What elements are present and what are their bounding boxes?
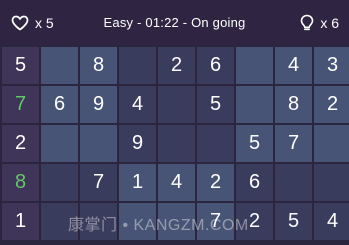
sudoku-cell-r5-c2[interactable]	[41, 203, 78, 240]
sudoku-cell-r4-c2[interactable]	[41, 164, 78, 201]
sudoku-cell-r3-c9[interactable]	[314, 125, 349, 162]
sudoku-cell-r2-c9[interactable]: 2	[314, 86, 349, 123]
sudoku-cell-r2-c4[interactable]: 4	[119, 86, 156, 123]
sudoku-cell-r5-c7[interactable]: 2	[236, 203, 273, 240]
sudoku-cell-r4-c9[interactable]	[314, 164, 349, 201]
sudoku-cell-r1-c4[interactable]	[119, 47, 156, 84]
game-status: Easy - 01:22 - On going	[103, 15, 246, 30]
sudoku-cell-r5-c3[interactable]	[80, 203, 117, 240]
sudoku-cell-r1-c3[interactable]: 8	[80, 47, 117, 84]
sudoku-cell-r1-c9[interactable]: 3	[314, 47, 349, 84]
sudoku-cell-r5-c5[interactable]	[158, 203, 195, 240]
sudoku-cell-r4-c7[interactable]: 6	[236, 164, 273, 201]
sudoku-cell-r4-c1[interactable]: 8	[2, 164, 39, 201]
sudoku-cell-r4-c4[interactable]: 1	[119, 164, 156, 201]
sudoku-cell-r3-c7[interactable]: 5	[236, 125, 273, 162]
sudoku-cell-r5-c4[interactable]	[119, 203, 156, 240]
sudoku-cell-r3-c5[interactable]	[158, 125, 195, 162]
sudoku-cell-r1-c8[interactable]: 4	[275, 47, 312, 84]
sudoku-cell-r4-c8[interactable]	[275, 164, 312, 201]
sudoku-cell-r5-c1[interactable]: 1	[2, 203, 39, 240]
sudoku-cell-r3-c1[interactable]: 2	[2, 125, 39, 162]
sudoku-cell-r2-c6[interactable]: 5	[197, 86, 234, 123]
top-bar: x 5 Easy - 01:22 - On going x 6	[0, 0, 349, 45]
sudoku-cell-r2-c7[interactable]	[236, 86, 273, 123]
sudoku-cell-r5-c6[interactable]: 7	[197, 203, 234, 240]
sudoku-cell-r1-c1[interactable]: 5	[2, 47, 39, 84]
sudoku-cell-r2-c8[interactable]: 8	[275, 86, 312, 123]
sudoku-board: 5826437694582295787142617254	[0, 45, 349, 245]
sudoku-cell-r4-c3[interactable]: 7	[80, 164, 117, 201]
sudoku-cell-r1-c7[interactable]	[236, 47, 273, 84]
sudoku-cell-r3-c3[interactable]	[80, 125, 117, 162]
sudoku-cell-r5-c9[interactable]: 4	[314, 203, 349, 240]
sudoku-cell-r3-c8[interactable]: 7	[275, 125, 312, 162]
sudoku-cell-r1-c5[interactable]: 2	[158, 47, 195, 84]
sudoku-cell-r1-c6[interactable]: 6	[197, 47, 234, 84]
sudoku-cell-r1-c2[interactable]	[41, 47, 78, 84]
sudoku-screen: x 5 Easy - 01:22 - On going x 6 58264376…	[0, 0, 349, 245]
sudoku-cell-r2-c3[interactable]: 9	[80, 86, 117, 123]
hints-count: x 6	[320, 14, 339, 31]
sudoku-cell-r3-c4[interactable]: 9	[119, 125, 156, 162]
sudoku-cell-r2-c1[interactable]: 7	[2, 86, 39, 123]
sudoku-cell-r2-c2[interactable]: 6	[41, 86, 78, 123]
sudoku-cell-r4-c6[interactable]: 2	[197, 164, 234, 201]
sudoku-cell-r3-c2[interactable]	[41, 125, 78, 162]
sudoku-cell-r4-c5[interactable]: 4	[158, 164, 195, 201]
sudoku-cell-r5-c8[interactable]: 5	[275, 203, 312, 240]
lightbulb-icon	[300, 14, 314, 32]
sudoku-cell-r2-c5[interactable]	[158, 86, 195, 123]
hints-button[interactable]: x 6	[300, 0, 339, 45]
sudoku-cell-r3-c6[interactable]	[197, 125, 234, 162]
